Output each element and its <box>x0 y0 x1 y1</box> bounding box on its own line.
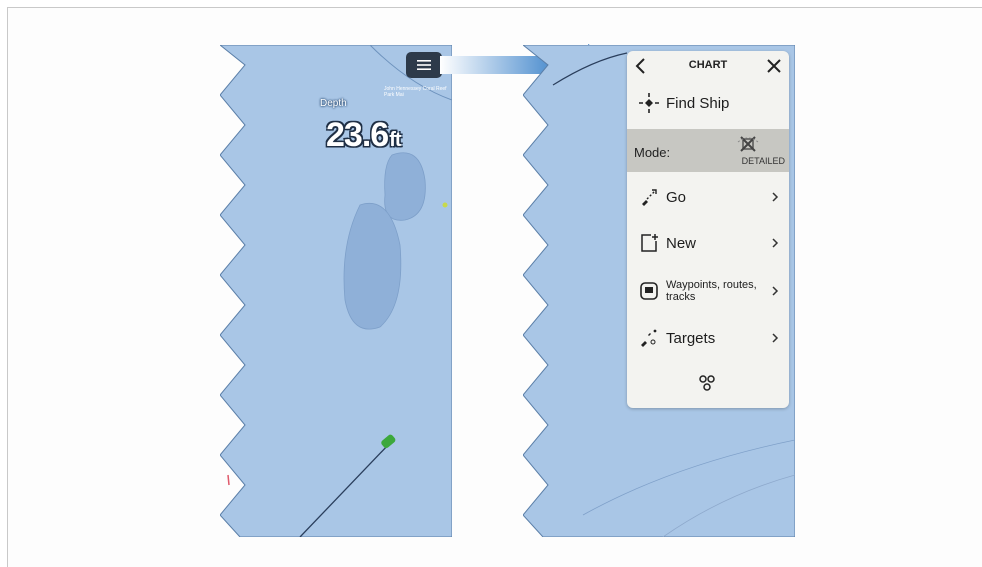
menu-item-new[interactable]: New <box>627 227 789 259</box>
menu-item-waypoints-routes-tracks[interactable]: Waypoints, routes, tracks <box>627 271 789 311</box>
mode-label: Mode: <box>634 145 671 160</box>
chevron-right-icon <box>772 192 779 202</box>
chart-menu-header: CHART <box>627 51 789 83</box>
screenshot-frame <box>7 7 982 567</box>
hamburger-menu-icon <box>417 60 431 70</box>
targets-icon <box>636 327 662 349</box>
close-icon[interactable] <box>766 57 782 75</box>
chevron-right-icon <box>772 238 779 248</box>
go-icon <box>636 186 662 208</box>
chart-menu-title: CHART <box>688 59 728 71</box>
layers-icon[interactable] <box>697 373 717 393</box>
chevron-right-icon <box>772 286 779 296</box>
new-icon <box>636 232 662 254</box>
find-ship-label: Find Ship <box>666 94 730 112</box>
mode-selector[interactable]: Mode: DETAILED <box>627 129 789 172</box>
depth-unit: ft <box>389 129 401 151</box>
menu-item-label: Go <box>666 188 687 206</box>
menu-item-label: New <box>666 234 697 252</box>
menu-item-go[interactable]: Go <box>627 181 789 213</box>
find-ship-button[interactable]: Find Ship <box>627 88 789 118</box>
waypoints-icon <box>636 280 662 302</box>
depth-value: 23.6 <box>326 116 389 154</box>
depth-label: Depth <box>320 98 347 109</box>
mode-value: DETAILED <box>741 156 785 166</box>
depth-readout: 23.6ft <box>326 116 402 155</box>
menu-item-label: Targets <box>666 329 716 347</box>
chevron-right-icon <box>772 333 779 343</box>
chart-menu: CHART Find Ship Mode: DETAILED Go New Wa… <box>627 51 789 408</box>
detailed-mode-icon <box>737 136 759 152</box>
hamburger-menu-button[interactable] <box>406 52 442 78</box>
menu-item-targets[interactable]: Targets <box>627 322 789 354</box>
find-ship-icon <box>636 92 662 114</box>
menu-item-label: Waypoints, routes, tracks <box>666 279 757 303</box>
